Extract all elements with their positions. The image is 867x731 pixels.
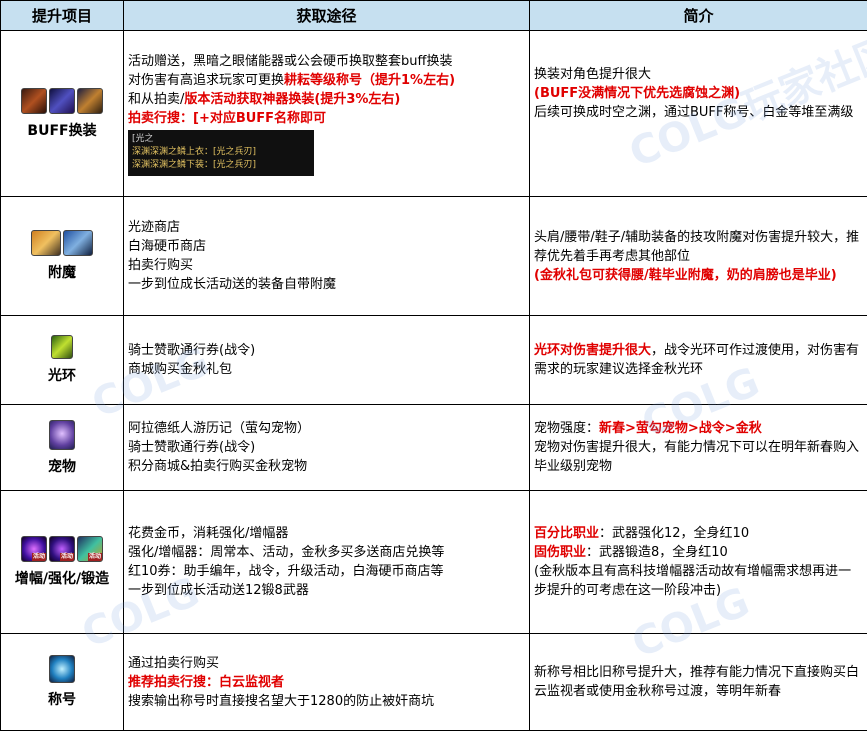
amplify-orb-icon: 活动 (21, 536, 47, 562)
source-line: 红10券：助手编年，战令，升级活动，白海硬币商店等 (128, 564, 444, 579)
item-label: 称号 (48, 692, 76, 708)
intro-cell-pet: 宠物强度：新春>萤勾宠物>战令>金秋 宠物对伤害提升很大，有能力情况下可以在明年… (529, 404, 867, 491)
item-cell-amplify: 活动 活动 活动 增幅/强化/锻造 (0, 490, 124, 634)
source-highlight: 耕耘等级称号（提升1%左右) (284, 72, 456, 88)
buff-weapon-icon (77, 87, 103, 114)
reinforce-orb-icon: 活动 (49, 536, 75, 562)
source-line: 一步到位成长活动送12锻8武器 (128, 583, 309, 598)
source-line: 花费金币，消耗强化/增幅器 (128, 526, 289, 541)
aura-icons (1, 335, 123, 359)
item-label: 光环 (48, 368, 76, 384)
source-highlight: 版本活动获取神器换装(提升3%左右) (184, 91, 401, 107)
intro-highlight: 百分比职业 (534, 526, 600, 541)
item-label: 增幅/强化/锻造 (14, 571, 110, 587)
table-row-enchant: 附魔 光迹商店 白海硬币商店 拍卖行购买 一步到位成长活动送的装备自带附魔 头肩… (0, 196, 867, 316)
buff-icons (1, 87, 123, 114)
source-line: 骑士赞歌通行券(战令) (128, 343, 256, 358)
source-line: 骑士赞歌通行券(战令) (128, 440, 256, 455)
source-cell-pet: 阿拉德纸人游历记（萤勾宠物） 骑士赞歌通行券(战令) 积分商城&拍卖行购买金秋宠… (123, 404, 530, 491)
source-line: 搜索输出称号时直接搜名望大于1280的防止被奸商坑 (128, 693, 435, 709)
event-tag: 活动 (87, 553, 102, 561)
intro-cell-aura: 光环对伤害提升很大，战令光环可作过渡使用，对伤害有需求的玩家建议选择金秋光环 (529, 315, 867, 405)
auction-search-line: 深渊深渊之鳞上衣：[光之兵刃] (132, 146, 257, 157)
item-cell-pet: 宠物 (0, 404, 124, 491)
item-cell-buff: BUFF换装 (0, 30, 124, 197)
source-line: 阿拉德纸人游历记（萤勾宠物） (128, 421, 311, 436)
intro-highlight: (BUFF没满情况下优先选腐蚀之渊) (534, 86, 741, 101)
auction-search-line: 深渊深渊之鳞下装：[光之兵刃] (132, 159, 257, 170)
enchant-card-gold-icon (31, 230, 61, 256)
intro-line: (金秋版本且有高科技增幅器活动故有增幅需求想再进一步提升的可考虑在这一阶段冲击) (534, 564, 852, 598)
header-item: 提升项目 (0, 0, 124, 31)
source-line: 和从拍卖/ (128, 91, 185, 107)
buff-helmet-icon (21, 87, 47, 114)
enchant-card-blue-icon (63, 230, 93, 256)
table-row-buff: BUFF换装 活动赠送，黑暗之眼储能器或公会硬币换取整套buff换装 对伤害有高… (0, 30, 867, 197)
header-intro: 简介 (529, 0, 867, 31)
source-line: 商城购买金秋礼包 (128, 362, 233, 377)
amplify-icons: 活动 活动 活动 (1, 536, 123, 562)
intro-line: 宠物对伤害提升很大，有能力情况下可以在明年新春购入毕业级别宠物 (534, 440, 860, 474)
buff-armor-icon (49, 87, 75, 114)
intro-line: 头肩/腰带/鞋子/辅助装备的技攻附魔对伤害提升较大，推荐优先着手再考虑其他部位 (534, 229, 860, 264)
header-source: 获取途径 (123, 0, 530, 31)
intro-cell-enchant: 头肩/腰带/鞋子/辅助装备的技攻附魔对伤害提升较大，推荐优先着手再考虑其他部位 … (529, 196, 867, 316)
source-cell-title: 通过拍卖行购买 推荐拍卖行搜：白云监视者 搜索输出称号时直接搜名望大于1280的… (123, 633, 530, 731)
table-row-aura: 光环 骑士赞歌通行券(战令) 商城购买金秋礼包 光环对伤害提升很大，战令光环可作… (0, 315, 867, 405)
table-row-amplify: 活动 活动 活动 增幅/强化/锻造 花费金币，消耗强化/增幅器 强化/增幅器：周… (0, 490, 867, 634)
intro-highlight: 固伤职业 (534, 545, 587, 560)
intro-line: 新称号相比旧称号提升大，推荐有能力情况下直接购买白云监视者或使用金秋称号过渡，等… (534, 665, 860, 699)
source-highlight: 推荐拍卖行搜：白云监视者 (128, 674, 285, 690)
enchant-icons (1, 230, 123, 256)
item-label: 宠物 (48, 458, 76, 475)
source-line: 一步到位成长活动送的装备自带附魔 (128, 277, 337, 292)
source-line: 拍卖行购买 (128, 258, 194, 273)
intro-cell-buff: 换装对角色提升很大 (BUFF没满情况下优先选腐蚀之渊) 后续可换成时空之渊，通… (529, 30, 867, 197)
guide-table: 提升项目 获取途径 简介 BUFF换装 活动赠送，黑暗之眼储能器或公会硬币换取整… (0, 0, 867, 731)
source-line: 积分商城&拍卖行购买金秋宠物 (128, 459, 308, 474)
source-line: 强化/增幅器：周常本、活动，金秋多买多送商店兑换等 (128, 545, 445, 560)
intro-highlight: 光环对伤害提升很大 (534, 343, 652, 358)
pet-icon (49, 419, 75, 450)
source-line: 对伤害有高追求玩家可更换 (128, 72, 285, 88)
header-row: 提升项目 获取途径 简介 (0, 0, 867, 31)
source-highlight: 拍卖行搜：[+对应BUFF名称即可 (128, 110, 327, 126)
event-tag: 活动 (31, 553, 46, 561)
pet-icons (1, 419, 123, 450)
table-row-title: 称号 通过拍卖行购买 推荐拍卖行搜：白云监视者 搜索输出称号时直接搜名望大于12… (0, 633, 867, 731)
intro-line: 后续可换成时空之渊，通过BUFF称号、白金等堆至满级 (534, 105, 854, 120)
aura-icon (51, 335, 73, 359)
item-cell-title: 称号 (0, 633, 124, 731)
source-cell-enchant: 光迹商店 白海硬币商店 拍卖行购买 一步到位成长活动送的装备自带附魔 (123, 196, 530, 316)
source-line: 活动赠送，黑暗之眼储能器或公会硬币换取整套buff换装 (128, 53, 453, 69)
item-label: BUFF换装 (27, 122, 97, 139)
intro-highlight: (金秋礼包可获得腰/鞋毕业附魔，奶的肩膀也是毕业) (534, 267, 837, 283)
auction-search-line: [光之 (132, 133, 154, 144)
title-icons (1, 655, 123, 683)
source-line: 光迹商店 (128, 220, 181, 235)
intro-line: 宠物强度： (534, 421, 600, 436)
intro-cell-title: 新称号相比旧称号提升大，推荐有能力情况下直接购买白云监视者或使用金秋称号过渡，等… (529, 633, 867, 731)
item-label: 附魔 (48, 265, 76, 281)
source-line: 通过拍卖行购买 (128, 655, 220, 671)
item-cell-aura: 光环 (0, 315, 124, 405)
intro-cell-amplify: 百分比职业：武器强化12，全身红10 固伤职业：武器锻造8，全身红10 (金秋版… (529, 490, 867, 634)
forge-icon: 活动 (77, 536, 103, 562)
item-cell-enchant: 附魔 (0, 196, 124, 316)
source-cell-buff: 活动赠送，黑暗之眼储能器或公会硬币换取整套buff换装 对伤害有高追求玩家可更换… (123, 30, 530, 197)
title-icon (49, 655, 75, 683)
intro-line: ：武器强化12，全身红10 (599, 526, 750, 541)
table-row-pet: 宠物 阿拉德纸人游历记（萤勾宠物） 骑士赞歌通行券(战令) 积分商城&拍卖行购买… (0, 404, 867, 491)
intro-line: ：武器锻造8，全身红10 (586, 545, 728, 560)
source-cell-amplify: 花费金币，消耗强化/增幅器 强化/增幅器：周常本、活动，金秋多买多送商店兑换等 … (123, 490, 530, 634)
intro-line: 换装对角色提升很大 (534, 67, 652, 82)
auction-search-screenshot: [光之 深渊深渊之鳞上衣：[光之兵刃] 深渊深渊之鳞下装：[光之兵刃] (128, 129, 314, 176)
source-line: 白海硬币商店 (128, 239, 207, 254)
intro-highlight: 新春>萤勾宠物>战令>金秋 (599, 421, 762, 436)
event-tag: 活动 (59, 553, 74, 561)
source-cell-aura: 骑士赞歌通行券(战令) 商城购买金秋礼包 (123, 315, 530, 405)
